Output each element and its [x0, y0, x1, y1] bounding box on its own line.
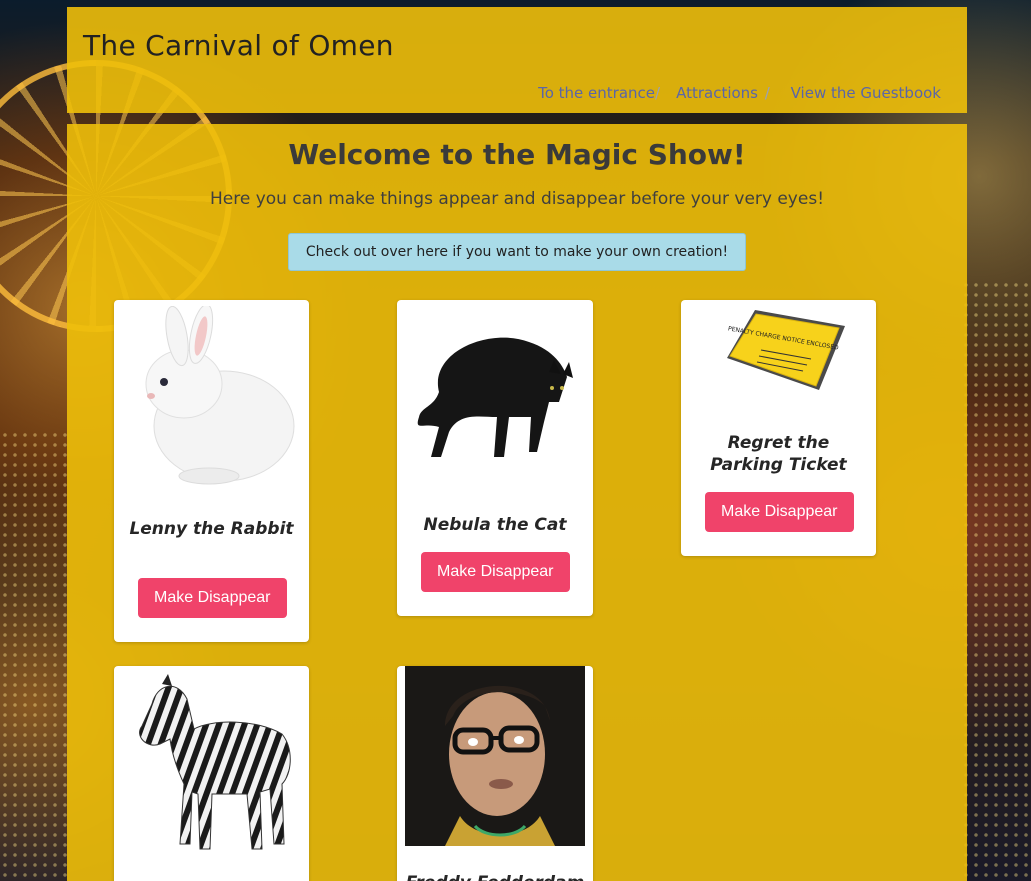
card-zebra [114, 666, 309, 881]
page-title: Welcome to the Magic Show! [288, 138, 746, 171]
page-subtitle: Here you can make things appear and disa… [209, 189, 825, 209]
main-panel: Welcome to the Magic Show! Here you can … [67, 124, 967, 881]
make-disappear-button[interactable]: Make Disappear [138, 578, 287, 618]
card-name: Regret the Parking Ticket [710, 433, 847, 475]
breadcrumb: To the entrance/Attractions / View the G… [538, 84, 941, 102]
site-header: The Carnival of Omen To the entrance/Att… [67, 7, 967, 113]
make-disappear-button[interactable]: Make Disappear [421, 552, 570, 592]
parking-ticket-image: PENALTY CHARGE NOTICE ENCLOSED [721, 306, 849, 392]
zebra-image [132, 674, 297, 859]
breadcrumb-attractions-link[interactable]: Attractions [676, 84, 758, 102]
breadcrumb-guestbook-link[interactable]: View the Guestbook [791, 84, 941, 102]
white-rabbit-image [129, 306, 299, 486]
black-cat-image [409, 322, 581, 462]
site-title: The Carnival of Omen [83, 29, 394, 62]
card-regret-parking-ticket: PENALTY CHARGE NOTICE ENCLOSED Regret th… [681, 300, 876, 556]
create-creation-button[interactable]: Check out over here if you want to make … [288, 233, 746, 271]
card-nebula-cat: Nebula the Cat Make Disappear [397, 300, 593, 616]
breadcrumb-entrance-link[interactable]: To the entrance [538, 84, 655, 102]
breadcrumb-separator: / [764, 84, 770, 102]
portrait-image [405, 666, 585, 846]
carnival-lights-background [961, 280, 1031, 880]
card-lenny-rabbit: Lenny the Rabbit Make Disappear [114, 300, 309, 642]
card-portrait: Freddy Fedderdam [397, 666, 593, 881]
card-name: Freddy Fedderdam [397, 872, 593, 881]
make-disappear-button[interactable]: Make Disappear [705, 492, 854, 532]
card-name: Lenny the Rabbit [129, 519, 294, 539]
card-name: Nebula the Cat [423, 515, 567, 535]
carnival-lights-background-left [0, 430, 70, 880]
breadcrumb-separator: / [655, 84, 661, 102]
